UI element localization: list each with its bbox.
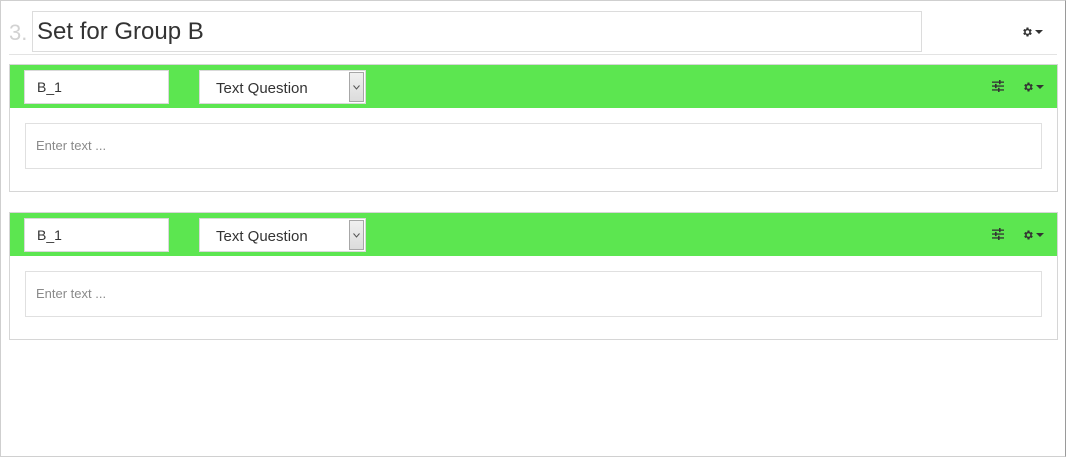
select-arrow-button[interactable] bbox=[349, 220, 364, 250]
group-title-input[interactable]: Set for Group B bbox=[32, 11, 922, 52]
gear-icon bbox=[1023, 27, 1032, 37]
question-panel: B_1 Text Question Enter text ... bbox=[9, 212, 1058, 340]
chevron-down-icon bbox=[353, 84, 360, 90]
group-number: 3. bbox=[9, 20, 28, 45]
question-settings-button[interactable] bbox=[1022, 229, 1044, 241]
gear-icon bbox=[1024, 82, 1033, 92]
caret-down-icon bbox=[1036, 85, 1044, 89]
sliders-icon[interactable] bbox=[992, 80, 1004, 92]
answer-text-field[interactable]: Enter text ... bbox=[25, 123, 1042, 169]
question-header-bar: B_1 Text Question bbox=[10, 65, 1057, 108]
survey-editor: 3. Set for Group B B_1 Text Question Ent… bbox=[0, 0, 1066, 457]
group-header: 3. Set for Group B bbox=[9, 11, 1057, 55]
question-code-input[interactable]: B_1 bbox=[24, 70, 169, 104]
question-settings-button[interactable] bbox=[1022, 81, 1044, 93]
select-arrow-button[interactable] bbox=[349, 72, 364, 102]
question-header-bar: B_1 Text Question bbox=[10, 213, 1057, 256]
sliders-icon[interactable] bbox=[992, 228, 1004, 240]
question-type-select[interactable]: Text Question bbox=[199, 70, 366, 104]
chevron-down-icon bbox=[353, 232, 360, 238]
gear-icon bbox=[1024, 230, 1033, 240]
group-settings-button[interactable] bbox=[1021, 26, 1043, 38]
question-panel: B_1 Text Question Enter text ... bbox=[9, 64, 1058, 192]
caret-down-icon bbox=[1035, 30, 1043, 34]
question-code-input[interactable]: B_1 bbox=[24, 218, 169, 252]
caret-down-icon bbox=[1036, 233, 1044, 237]
answer-text-field[interactable]: Enter text ... bbox=[25, 271, 1042, 317]
question-type-label: Text Question bbox=[216, 228, 308, 245]
question-type-label: Text Question bbox=[216, 80, 308, 97]
question-type-select[interactable]: Text Question bbox=[199, 218, 366, 252]
